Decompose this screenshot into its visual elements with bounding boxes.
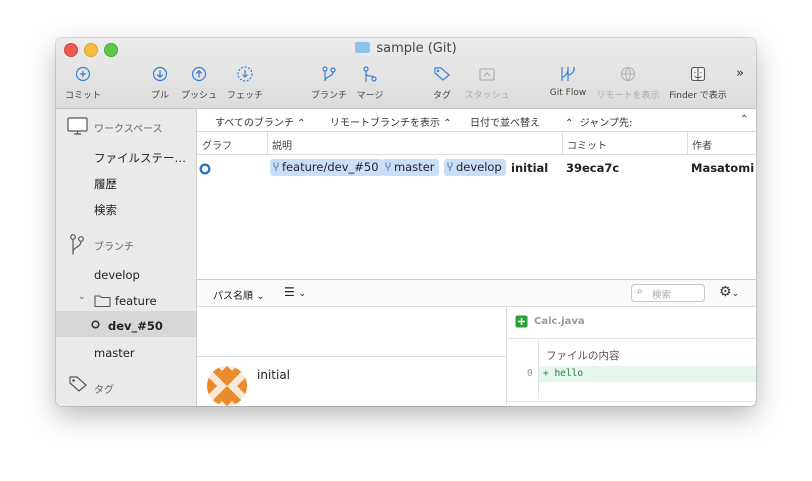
sort-order-dropdown[interactable]: パス名順 ⌄ <box>213 287 265 302</box>
show-remote-button[interactable]: リモートを表示 <box>594 64 662 104</box>
file-list-toolbar: パス名順 ⌄ ☰ ⌄ ⌕ 検索 ⚙⌄ <box>197 279 756 307</box>
column-commit[interactable]: コミット <box>567 137 607 152</box>
sidebar-branch-develop[interactable]: develop <box>94 268 140 282</box>
commit-detail-pane: initial <box>197 306 507 406</box>
sidebar-branch-master[interactable]: master <box>94 346 135 360</box>
disclosure-triangle-icon[interactable]: ⌄ <box>78 292 86 302</box>
globe-icon <box>620 66 636 82</box>
diff-pane: Calc.java ファイルの内容 0 + hello <box>507 306 756 406</box>
tag-button[interactable]: タグ <box>428 64 456 104</box>
folder-icon <box>94 295 111 307</box>
column-author[interactable]: 作者 <box>692 137 712 152</box>
avatar <box>207 366 247 406</box>
tags-header: タグ <box>94 385 114 396</box>
title-bar: sample (Git) コミット プル プッシュ フェッチ ブランチ マージ <box>56 38 756 109</box>
table-row[interactable]: Ⴤfeature/dev_#50 Ⴤmaster Ⴤdevelop initia… <box>197 156 756 180</box>
toolbar-overflow-button[interactable]: » <box>736 66 744 81</box>
finder-icon <box>690 66 706 82</box>
list-view-dropdown[interactable]: ☰ ⌄ <box>284 285 306 299</box>
commit-message: initial <box>511 161 549 175</box>
sort-dropdown[interactable]: 日付で並べ替え <box>470 114 540 129</box>
divider <box>507 401 756 402</box>
sidebar-branch-dev-50[interactable]: dev_#50 <box>108 319 163 333</box>
gear-icon[interactable]: ⚙⌄ <box>719 284 739 300</box>
branch-icon: Ⴤ <box>385 163 391 174</box>
diff-line-number: 0 <box>527 368 533 379</box>
branch-icon <box>322 66 336 82</box>
search-icon: ⌕ <box>637 286 643 297</box>
arrow-up-circle-icon <box>191 66 207 82</box>
branch-label-develop[interactable]: Ⴤdevelop <box>444 159 506 176</box>
sidebar: ワークスペース ファイルステー… 履歴 検索 ブランチ develop ⌄ fe… <box>56 109 197 406</box>
workspace-header: ワークスペース <box>94 124 163 135</box>
jump-stepper-icon[interactable]: ⌃ <box>740 114 748 125</box>
commit-author: Masatomi K <box>691 161 756 175</box>
sidebar-item-search[interactable]: 検索 <box>94 202 117 218</box>
commit-subject: initial <box>257 368 290 382</box>
stash-icon <box>479 68 495 81</box>
plus-circle-icon <box>75 66 91 82</box>
commit-node-icon <box>199 163 211 175</box>
gitflow-button[interactable]: Git Flow <box>544 64 592 104</box>
jump-to-dropdown[interactable]: ⌃ ジャンプ先: <box>565 114 632 129</box>
branch-label-feature[interactable]: Ⴤfeature/dev_#50 <box>270 159 383 176</box>
diff-line-text: + hello <box>543 368 584 379</box>
branch-label-master[interactable]: Ⴤmaster <box>382 159 439 176</box>
column-divider[interactable] <box>687 132 688 154</box>
current-branch-icon <box>91 320 100 329</box>
show-remote-branches-dropdown[interactable]: リモートブランチを表示 ⌃ <box>330 114 452 129</box>
branch-icon: Ⴤ <box>273 163 279 174</box>
fetch-icon <box>237 66 253 82</box>
branch-button[interactable]: ブランチ <box>308 64 350 104</box>
gitflow-icon <box>561 67 575 81</box>
search-placeholder: 検索 <box>652 290 672 301</box>
stash-button[interactable]: スタッシュ <box>461 64 513 104</box>
tag-icon <box>434 67 450 81</box>
column-graph[interactable]: グラフ <box>202 137 232 152</box>
sidebar-item-file-status[interactable]: ファイルステー… <box>94 150 186 166</box>
merge-button[interactable]: マージ <box>354 64 386 104</box>
all-branches-dropdown[interactable]: すべてのブランチ ⌃ <box>215 114 305 129</box>
folder-icon <box>355 42 371 53</box>
diff-hunk-header: ファイルの内容 <box>546 350 620 362</box>
chevron-down-icon: ⌄ <box>298 289 307 299</box>
divider <box>507 338 756 339</box>
show-in-finder-button[interactable]: Finder で表示 <box>666 64 730 104</box>
added-file-icon <box>515 315 528 328</box>
branch-icon <box>70 234 84 255</box>
divider <box>197 356 506 357</box>
commit-hash: 39eca7c <box>566 161 620 175</box>
arrow-down-circle-icon <box>152 66 168 82</box>
push-button[interactable]: プッシュ <box>180 64 218 104</box>
commit-button[interactable]: コミット <box>62 64 104 104</box>
stepper-chevron-icon: ⌃ <box>565 118 574 129</box>
window-title: sample (Git) <box>56 41 756 56</box>
column-divider[interactable] <box>562 132 563 154</box>
sidebar-item-history[interactable]: 履歴 <box>94 176 117 192</box>
pull-button[interactable]: プル <box>146 64 174 104</box>
search-input[interactable]: ⌕ 検索 <box>631 284 705 302</box>
tag-icon <box>69 376 87 392</box>
diff-file-name: Calc.java <box>534 316 585 327</box>
stepper-chevron-icon: ⌃ <box>443 118 452 129</box>
merge-icon <box>363 66 377 82</box>
commit-table-header: グラフ 説明 コミット 作者 <box>197 132 756 155</box>
app-window: sample (Git) コミット プル プッシュ フェッチ ブランチ マージ <box>56 38 756 406</box>
sidebar-folder-feature[interactable]: feature <box>115 294 157 308</box>
branches-header: ブランチ <box>94 242 134 253</box>
chevron-down-icon: ⌄ <box>256 291 265 302</box>
list-icon: ☰ <box>284 285 295 299</box>
monitor-icon <box>67 117 88 135</box>
fetch-button[interactable]: フェッチ <box>224 64 266 104</box>
branch-icon: Ⴤ <box>447 163 453 174</box>
column-description[interactable]: 説明 <box>272 137 292 152</box>
filter-bar: すべてのブランチ ⌃ リモートブランチを表示 ⌃ 日付で並べ替え ⌃ ジャンプ先… <box>197 109 756 132</box>
stepper-chevron-icon: ⌃ <box>297 118 306 129</box>
column-divider[interactable] <box>267 132 268 154</box>
